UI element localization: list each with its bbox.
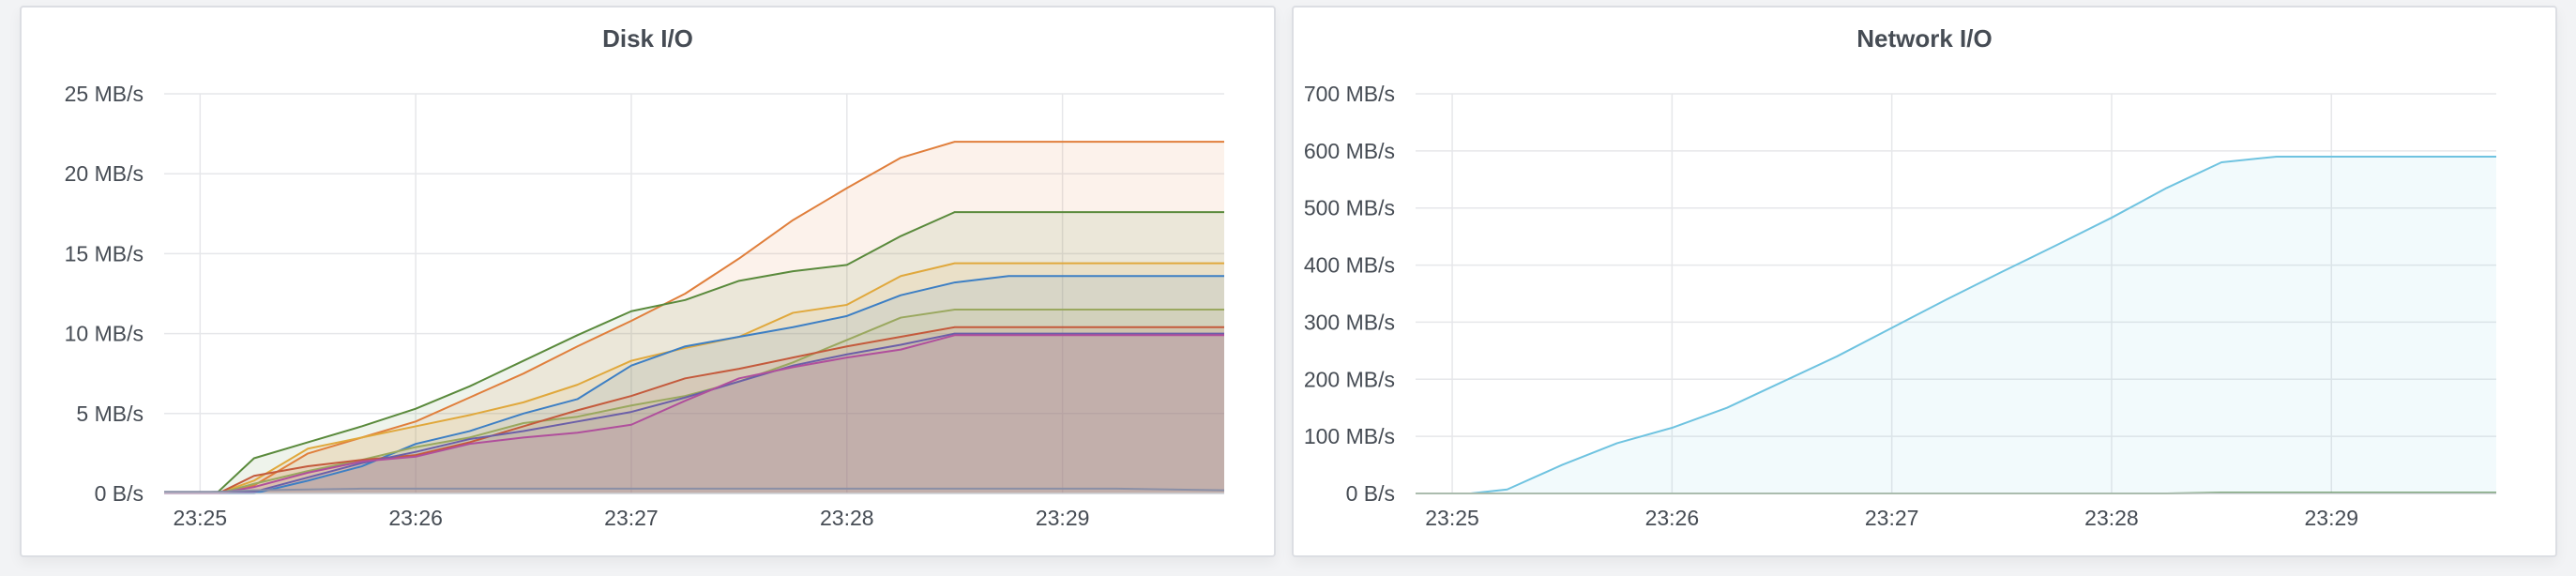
x-tick-label: 23:29 bbox=[1036, 506, 1090, 530]
y-tick-label: 600 MB/s bbox=[1304, 139, 1395, 163]
y-tick-label: 300 MB/s bbox=[1304, 310, 1395, 334]
y-tick-label: 5 MB/s bbox=[76, 402, 144, 426]
x-tick-label: 23:27 bbox=[604, 506, 659, 530]
x-tick-label: 23:26 bbox=[1645, 506, 1700, 530]
y-tick-label: 15 MB/s bbox=[65, 241, 144, 265]
y-tick-label: 200 MB/s bbox=[1304, 367, 1395, 391]
y-tick-label: 700 MB/s bbox=[1304, 82, 1395, 106]
network-io-panel[interactable]: Network I/O 0 B/s 100 MB/s 200 MB/s 300 MB/… bbox=[1292, 6, 2557, 557]
x-tick-label: 23:29 bbox=[2304, 506, 2358, 530]
x-tick-label: 23:26 bbox=[388, 506, 443, 530]
y-tick-label: 10 MB/s bbox=[65, 322, 144, 346]
y-tick-label: 500 MB/s bbox=[1304, 196, 1395, 220]
x-tick-label: 23:27 bbox=[1865, 506, 1919, 530]
y-tick-label: 400 MB/s bbox=[1304, 253, 1395, 278]
series-area bbox=[1416, 156, 2496, 493]
x-tick-label: 23:28 bbox=[2084, 506, 2139, 530]
x-tick-label: 23:28 bbox=[820, 506, 874, 530]
disk-io-chart: 0 B/s 5 MB/s 10 MB/s 15 MB/s 20 MB/s 25 MB/s 2… bbox=[65, 82, 1225, 530]
y-tick-label: 0 B/s bbox=[1346, 481, 1395, 506]
network-io-chart: 0 B/s 100 MB/s 200 MB/s 300 MB/s 400 MB/s 500… bbox=[1304, 82, 2496, 530]
disk-io-panel[interactable]: Disk I/O 0 B/s 5 MB/s 10 MB/s 15 MB/s 20 MB/… bbox=[20, 6, 1276, 557]
y-tick-label: 20 MB/s bbox=[65, 161, 144, 186]
x-tick-label: 23:25 bbox=[174, 506, 228, 530]
x-tick-label: 23:25 bbox=[1425, 506, 1479, 530]
dashboard: Disk I/O 0 B/s 5 MB/s 10 MB/s 15 MB/s 20 MB/… bbox=[0, 0, 2576, 576]
y-tick-label: 0 B/s bbox=[95, 481, 144, 506]
y-tick-label: 25 MB/s bbox=[65, 82, 144, 106]
y-tick-label: 100 MB/s bbox=[1304, 424, 1395, 448]
